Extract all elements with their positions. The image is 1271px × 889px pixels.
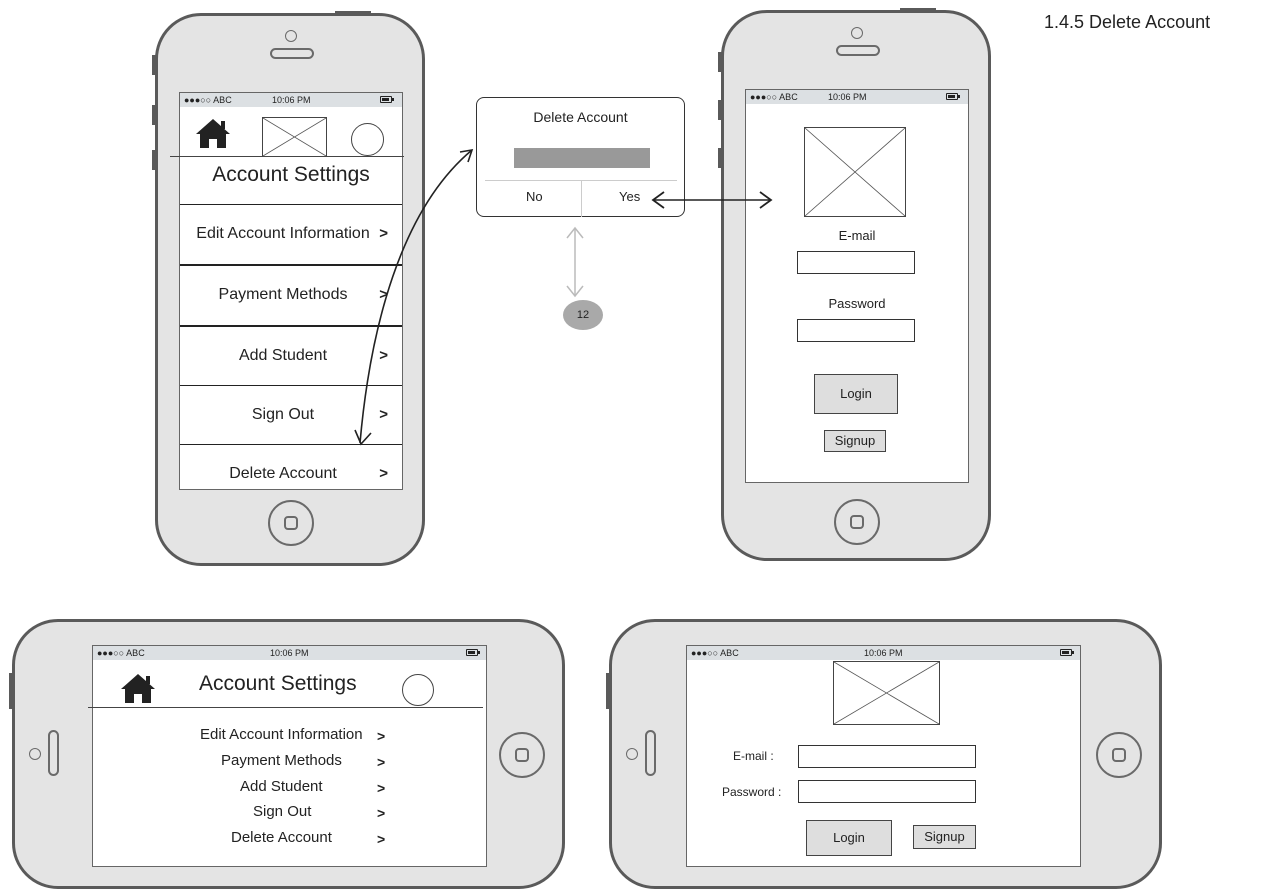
arrowhead bbox=[354, 429, 372, 446]
arrow-delete-to-dialog bbox=[359, 149, 473, 444]
flow-arrows bbox=[354, 148, 773, 446]
